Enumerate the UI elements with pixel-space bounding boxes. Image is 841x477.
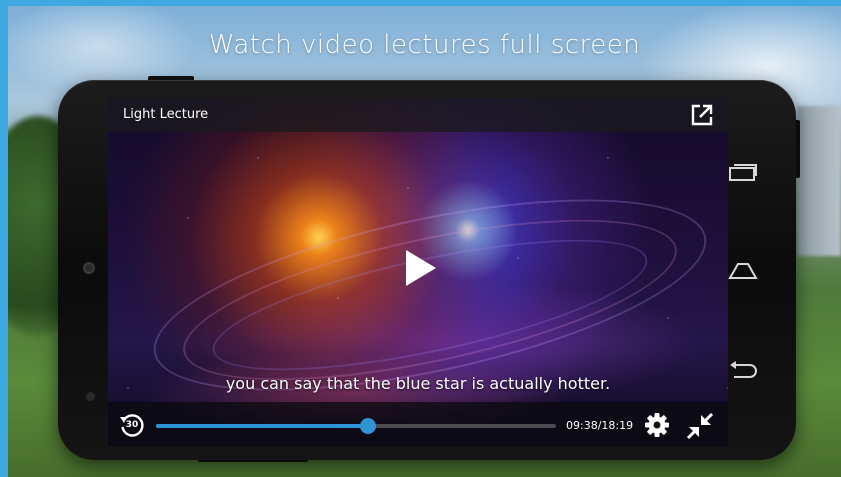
gear-icon[interactable] bbox=[644, 412, 670, 438]
play-icon[interactable] bbox=[400, 248, 440, 288]
video-player[interactable]: Light Lecture you can say that the blue … bbox=[108, 98, 728, 446]
seek-bar-thumb[interactable] bbox=[360, 418, 376, 434]
seek-bar-progress bbox=[156, 424, 368, 428]
promo-headline: Watch video lectures full screen bbox=[208, 30, 641, 60]
video-title-bar: Light Lecture bbox=[108, 98, 728, 132]
rewind-30-button[interactable]: 30 bbox=[118, 412, 146, 440]
phone-sensor bbox=[86, 392, 95, 401]
player-controls: 30 09:38/18:19 bbox=[108, 402, 728, 446]
home-icon[interactable] bbox=[728, 260, 758, 280]
external-link-icon[interactable] bbox=[691, 104, 713, 126]
video-title: Light Lecture bbox=[123, 107, 209, 122]
building-blur bbox=[797, 106, 841, 256]
caption-text: you can say that the blue star is actual… bbox=[225, 374, 611, 393]
recent-apps-icon[interactable] bbox=[728, 162, 758, 182]
rewind-seconds-label: 30 bbox=[125, 420, 139, 430]
seek-bar[interactable] bbox=[156, 418, 556, 434]
front-camera bbox=[83, 262, 95, 274]
back-icon[interactable] bbox=[728, 360, 758, 380]
playback-time: 09:38/18:19 bbox=[566, 419, 634, 432]
exit-fullscreen-icon[interactable] bbox=[686, 412, 714, 440]
